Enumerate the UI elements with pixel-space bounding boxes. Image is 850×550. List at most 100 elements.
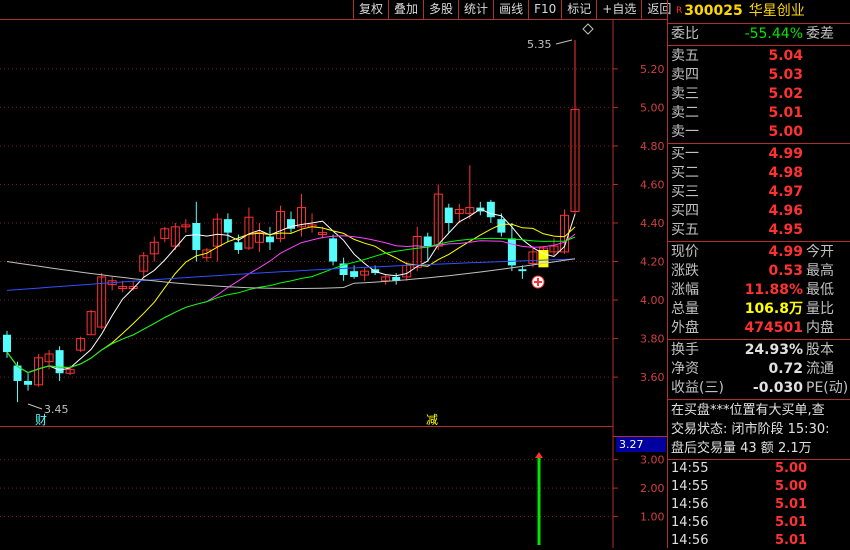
kline-chart[interactable]: 5.20 5.00 4.80 4.60 4.40 4.20 4.00 3.80 3.60 3.00… — [0, 0, 667, 548]
price-tick-label: 5.00 — [640, 101, 665, 114]
sell-4-label: 卖四 — [671, 67, 699, 83]
low-arrow — [27, 403, 43, 410]
high-arrow — [555, 39, 573, 45]
divider — [668, 45, 850, 46]
tick-price: 5.01 — [775, 497, 808, 512]
price-tick-label: 4.60 — [640, 178, 665, 191]
status-message-2: 盘后交易量 43 额 2.1万 — [671, 441, 812, 456]
candle-body — [486, 201, 495, 218]
stat-4-label: 外盘 — [671, 320, 699, 336]
buy-2-row: 买二 4.98 — [668, 164, 850, 183]
divider — [668, 399, 850, 400]
buy-1-value: 4.99 — [768, 146, 803, 162]
status-message-1: 交易状态: 闭市阶段 15:30: — [671, 422, 830, 437]
price-tick-label: 4.40 — [640, 217, 665, 230]
stat2-2-value: -0.030 — [752, 380, 803, 396]
stat2-1-value: 0.72 — [768, 361, 803, 377]
price-tick-label: 4.20 — [640, 256, 665, 269]
stat-2-tail: 最低 — [806, 282, 834, 298]
sell-5-row: 卖五 5.04 — [668, 47, 850, 66]
buy-1-label: 买一 — [671, 146, 699, 162]
sell-2-value: 5.01 — [768, 105, 803, 121]
sell-3-row: 卖三 5.02 — [668, 85, 850, 104]
stat-0-row: 现价 4.99 今开 — [668, 243, 850, 262]
stock-header: R 300025 华星创业 — [668, 0, 850, 22]
ma-line-60 — [6, 258, 576, 291]
sell-2-row: 卖二 5.01 — [668, 104, 850, 123]
stat-3-label: 总量 — [671, 301, 699, 317]
buy-5-row: 买五 4.95 — [668, 221, 850, 240]
weicha-label: 委差 — [806, 26, 834, 42]
volume-readout: 3.27 — [619, 438, 644, 451]
ma-line-20 — [6, 233, 576, 374]
buy-2-value: 4.98 — [768, 165, 803, 181]
tick-time: 14:55 — [671, 479, 709, 494]
buy-5-value: 4.95 — [768, 222, 803, 238]
tick-time: 14:55 — [671, 461, 709, 476]
status-message-0: 在买盘***位置有大买单,查 — [671, 403, 825, 418]
candle-body — [265, 236, 274, 243]
sell-2-label: 卖二 — [671, 105, 699, 121]
sell-5-value: 5.04 — [768, 48, 803, 64]
divider — [668, 143, 850, 144]
stat2-2-row: 收益(三) -0.030 PE(动) — [668, 379, 850, 398]
candle-body — [192, 223, 201, 250]
candle-body — [350, 271, 359, 277]
buy-1-row: 买一 4.99 — [668, 145, 850, 164]
candle-body — [518, 269, 527, 272]
stat-3-tail: 量比 — [806, 301, 834, 317]
buy-4-row: 买四 4.96 — [668, 202, 850, 221]
volume-tick-label: 1.00 — [640, 511, 665, 524]
weibi-label: 委比 — [671, 26, 699, 42]
weibi-value: -55.44% — [744, 26, 803, 42]
stat-2-label: 涨幅 — [671, 282, 699, 298]
sell-3-value: 5.02 — [768, 86, 803, 102]
candle-body — [3, 334, 11, 353]
stat-4-value: 474501 — [744, 320, 803, 336]
stat-1-label: 涨跌 — [671, 263, 699, 279]
ma-line-10 — [6, 223, 576, 374]
event-marker-jian: 减 — [426, 413, 438, 427]
candle-body — [234, 242, 243, 250]
event-marker-cai: 财 — [35, 413, 47, 427]
tick-price: 5.00 — [775, 479, 808, 494]
stock-code: 300025 — [684, 3, 743, 19]
stat-2-value: 11.88% — [744, 282, 803, 298]
stat-4-row: 外盘 474501 内盘 — [668, 319, 850, 338]
buy-2-label: 买二 — [671, 165, 699, 181]
buy-4-value: 4.96 — [768, 203, 803, 219]
divider — [668, 241, 850, 242]
tick-row: 14:55 5.00 — [671, 478, 850, 496]
candle-body — [223, 219, 232, 233]
stat-1-row: 涨跌 0.53 最高 — [668, 262, 850, 281]
stock-name: 华星创业 — [748, 3, 805, 19]
stat2-1-row: 净资 0.72 流通 — [668, 360, 850, 379]
buy-5-label: 买五 — [671, 222, 699, 238]
r-mark: R — [676, 6, 683, 16]
stat2-2-label: 收益(三) — [671, 380, 724, 396]
stat-0-tail: 今开 — [806, 244, 834, 260]
selected-candle — [538, 249, 549, 268]
sell-1-value: 5.00 — [768, 124, 803, 140]
tick-price: 5.01 — [775, 533, 808, 548]
price-tick-label: 4.80 — [640, 140, 665, 153]
stat-2-row: 涨幅 11.88% 最低 — [668, 281, 850, 300]
sell-5-label: 卖五 — [671, 48, 699, 64]
sell-3-label: 卖三 — [671, 86, 699, 102]
stat2-1-tail: 流通 — [806, 361, 834, 377]
stat-1-tail: 最高 — [806, 263, 834, 279]
tick-row: 14:56 5.01 — [671, 532, 850, 550]
volume-tick-label: 2.00 — [640, 482, 665, 495]
divider — [668, 339, 850, 340]
candle-body — [423, 236, 432, 247]
stat2-2-tail: PE(动) — [806, 380, 849, 396]
tick-price: 5.01 — [775, 515, 808, 530]
stat-0-label: 现价 — [671, 244, 699, 260]
candle-body — [329, 238, 338, 262]
high-annotation: 5.35 — [527, 38, 552, 51]
stat2-0-row: 换手 24.93% 股本 — [668, 341, 850, 360]
candle-body — [24, 380, 33, 385]
sell-4-row: 卖四 5.03 — [668, 66, 850, 85]
price-tick-label: 5.20 — [640, 63, 665, 76]
buy-3-row: 买三 4.97 — [668, 183, 850, 202]
